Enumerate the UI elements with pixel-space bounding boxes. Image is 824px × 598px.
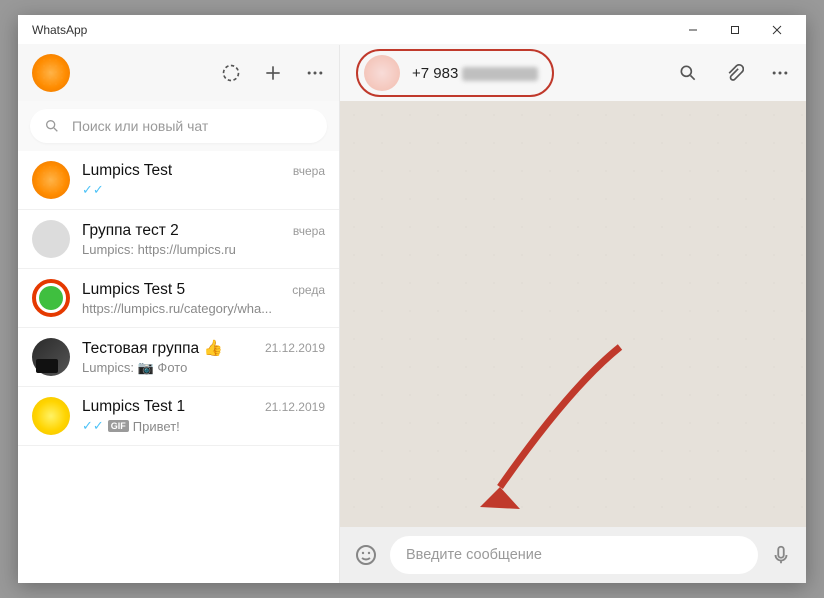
chat-time: вчера [293, 224, 325, 238]
chat-header: +7 983 [340, 45, 806, 101]
chat-menu-icon[interactable] [770, 63, 790, 83]
chat-time: 21.12.2019 [265, 341, 325, 355]
chat-item[interactable]: Lumpics Test вчера ✓✓ [18, 151, 339, 210]
search-input[interactable] [72, 118, 313, 134]
chat-preview: Lumpics: 📷 Фото [82, 360, 187, 376]
chat-avatar [32, 397, 70, 435]
chat-time: среда [292, 283, 325, 297]
search-icon [44, 118, 60, 134]
minimize-button[interactable] [672, 15, 714, 45]
close-button[interactable] [756, 15, 798, 45]
titlebar: WhatsApp [18, 15, 806, 45]
search-in-chat-icon[interactable] [678, 63, 698, 83]
left-header [18, 45, 339, 101]
new-chat-icon[interactable] [263, 63, 283, 83]
app-body: Lumpics Test вчера ✓✓ Группа тест 2 вчера … [18, 45, 806, 583]
left-panel: Lumpics Test вчера ✓✓ Группа тест 2 вчера … [18, 45, 340, 583]
contact-avatar [364, 55, 400, 91]
chat-avatar [32, 161, 70, 199]
left-header-actions [221, 63, 325, 83]
read-checks-icon: ✓✓ [82, 182, 104, 198]
chat-item[interactable]: Lumpics Test 1 21.12.2019 ✓✓ GIF Привет! [18, 387, 339, 446]
user-avatar[interactable] [32, 54, 70, 92]
right-panel: +7 983 [340, 45, 806, 583]
chat-name: Группа тест 2 [82, 222, 179, 240]
chat-preview: Привет! [133, 419, 180, 434]
attach-icon[interactable] [724, 63, 744, 83]
titlebar-controls [672, 15, 798, 45]
chat-item[interactable]: Тестовая группа 👍 21.12.2019 Lumpics: 📷 Ф… [18, 328, 339, 387]
chat-name: Lumpics Test 5 [82, 281, 185, 299]
chat-list[interactable]: Lumpics Test вчера ✓✓ Группа тест 2 вчера … [18, 151, 339, 583]
message-input[interactable] [390, 536, 758, 574]
chat-avatar [32, 279, 70, 317]
chat-item[interactable]: Lumpics Test 5 среда https://lumpics.ru/c… [18, 269, 339, 328]
chat-time: 21.12.2019 [265, 400, 325, 414]
maximize-button[interactable] [714, 15, 756, 45]
chat-name: Lumpics Test [82, 162, 172, 180]
window-title: WhatsApp [26, 23, 87, 37]
read-checks-icon: ✓✓ [82, 418, 104, 434]
contact-phone: +7 983 [412, 65, 538, 82]
chat-avatar [32, 338, 70, 376]
contact-header-highlight[interactable]: +7 983 [356, 49, 554, 97]
chat-preview: https://lumpics.ru/category/wha... [82, 301, 272, 316]
search-bar [18, 101, 339, 151]
mic-icon[interactable] [770, 544, 792, 566]
status-icon[interactable] [221, 63, 241, 83]
chat-time: вчера [293, 164, 325, 178]
chat-name: Lumpics Test 1 [82, 398, 185, 416]
search-box[interactable] [30, 109, 327, 143]
emoji-icon[interactable] [354, 543, 378, 567]
chat-name: Тестовая группа 👍 [82, 339, 223, 358]
composer [340, 527, 806, 583]
app-window: WhatsApp [18, 15, 806, 583]
chat-background [340, 101, 806, 527]
chat-header-actions [678, 63, 790, 83]
gif-badge: GIF [108, 420, 129, 432]
redacted-digits [462, 67, 538, 81]
chat-avatar [32, 220, 70, 258]
annotation-arrow [450, 337, 650, 517]
chat-item[interactable]: Группа тест 2 вчера Lumpics: https://lump… [18, 210, 339, 269]
menu-icon[interactable] [305, 63, 325, 83]
chat-preview: Lumpics: https://lumpics.ru [82, 242, 236, 257]
